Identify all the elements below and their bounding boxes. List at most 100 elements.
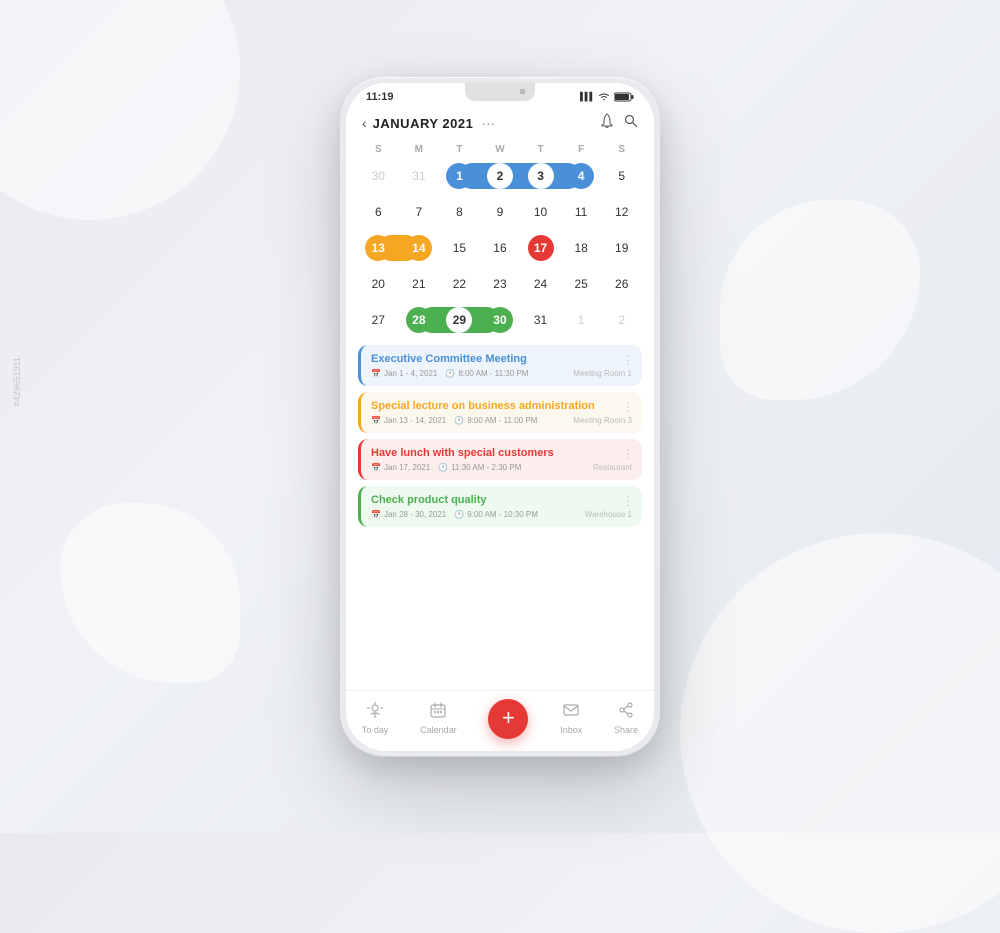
calendar-grid: S M T W T F S 30 31 <box>346 142 654 337</box>
battery-icon <box>614 92 634 102</box>
today-icon <box>367 702 383 723</box>
day-2[interactable]: 2 <box>480 159 521 193</box>
header-left: ‹ JANUARY 2021 ··· <box>362 115 495 131</box>
app-content: ‹ JANUARY 2021 ··· <box>346 107 654 690</box>
day-19[interactable]: 19 <box>601 231 642 265</box>
day-27[interactable]: 27 <box>358 303 399 337</box>
nav-inbox-label: Inbox <box>560 725 582 735</box>
event-card-lecture[interactable]: ⋮ Special lecture on business administra… <box>358 392 642 433</box>
calendar-header: ‹ JANUARY 2021 ··· <box>346 107 654 142</box>
day-18[interactable]: 18 <box>561 231 602 265</box>
day-2-next[interactable]: 2 <box>601 303 642 337</box>
day-29[interactable]: 29 <box>439 303 480 337</box>
nav-calendar[interactable]: Calendar <box>420 702 457 735</box>
event-date-3: 📅 Jan 17, 2021 <box>371 463 430 472</box>
header-menu-icon[interactable]: ··· <box>481 115 495 131</box>
event-location-2: Meeting Room 3 <box>573 416 632 425</box>
day-5[interactable]: 5 <box>601 159 642 193</box>
status-bar: 11:19 ▌▌▌ <box>346 83 654 107</box>
event-title-2: Special lecture on business administrati… <box>371 400 632 412</box>
share-icon <box>618 702 634 723</box>
nav-share[interactable]: Share <box>614 702 638 735</box>
day-14[interactable]: 14 <box>399 231 440 265</box>
event-time-3: 🕐 11:30 AM - 2:30 PM <box>438 463 521 472</box>
wifi-icon <box>598 92 610 101</box>
day-3[interactable]: 3 <box>520 159 561 193</box>
day-23[interactable]: 23 <box>480 267 521 301</box>
day-11[interactable]: 11 <box>561 195 602 229</box>
nav-inbox[interactable]: Inbox <box>560 702 582 735</box>
event-card-executive-meeting[interactable]: ⋮ Executive Committee Meeting 📅 Jan 1 - … <box>358 345 642 386</box>
day-7[interactable]: 7 <box>399 195 440 229</box>
event-details-4: 📅 Jan 28 - 30, 2021 🕐 9:00 AM - 10:30 PM… <box>371 510 632 519</box>
calendar-icon-2: 📅 <box>371 416 381 425</box>
nav-today-label: To day <box>362 725 389 735</box>
signal-bars: ▌▌▌ <box>580 92 594 101</box>
nav-today[interactable]: To day <box>362 702 389 735</box>
day-28[interactable]: 28 <box>399 303 440 337</box>
notch <box>465 83 535 101</box>
day-16[interactable]: 16 <box>480 231 521 265</box>
day-20[interactable]: 20 <box>358 267 399 301</box>
day-header-thu: T <box>520 142 561 157</box>
nav-calendar-label: Calendar <box>420 725 457 735</box>
day-31-prev[interactable]: 31 <box>399 159 440 193</box>
day-25[interactable]: 25 <box>561 267 602 301</box>
day-1-next[interactable]: 1 <box>561 303 602 337</box>
day-8[interactable]: 8 <box>439 195 480 229</box>
event-location-1: Meeting Room 1 <box>573 369 632 378</box>
bg-decoration-4 <box>60 503 240 683</box>
day-6[interactable]: 6 <box>358 195 399 229</box>
calendar-icon-3: 📅 <box>371 463 381 472</box>
event-menu-icon-3[interactable]: ⋮ <box>622 447 634 461</box>
watermark: #429651911 <box>12 357 22 406</box>
status-icons: ▌▌▌ <box>580 92 634 102</box>
back-button[interactable]: ‹ <box>362 115 367 131</box>
calendar-row-5: 27 28 29 30 31 <box>358 303 642 337</box>
day-headers: S M T W T F S <box>358 142 642 157</box>
event-menu-icon-2[interactable]: ⋮ <box>622 400 634 414</box>
bg-decoration-2 <box>680 533 1000 933</box>
nav-share-label: Share <box>614 725 638 735</box>
event-card-quality[interactable]: ⋮ Check product quality 📅 Jan 28 - 30, 2… <box>358 486 642 527</box>
day-22[interactable]: 22 <box>439 267 480 301</box>
day-10[interactable]: 10 <box>520 195 561 229</box>
search-icon[interactable] <box>624 114 638 133</box>
day-12[interactable]: 12 <box>601 195 642 229</box>
day-24[interactable]: 24 <box>520 267 561 301</box>
event-location-3: Restaurant <box>593 463 632 472</box>
event-details-1: 📅 Jan 1 - 4, 2021 🕐 8:00 AM - 11:30 PM M… <box>371 369 632 378</box>
event-title-1: Executive Committee Meeting <box>371 353 632 365</box>
phone-frame: 11:19 ▌▌▌ <box>340 77 660 757</box>
day-17[interactable]: 17 <box>520 231 561 265</box>
inbox-icon <box>563 702 579 723</box>
day-header-fri: F <box>561 142 602 157</box>
day-9[interactable]: 9 <box>480 195 521 229</box>
event-menu-icon-4[interactable]: ⋮ <box>622 494 634 508</box>
day-header-sun: S <box>358 142 399 157</box>
day-1[interactable]: 1 <box>439 159 480 193</box>
day-30[interactable]: 30 <box>480 303 521 337</box>
day-26[interactable]: 26 <box>601 267 642 301</box>
day-15[interactable]: 15 <box>439 231 480 265</box>
day-21[interactable]: 21 <box>399 267 440 301</box>
day-header-wed: W <box>480 142 521 157</box>
event-time-1: 🕐 8:00 AM - 11:30 PM <box>445 369 528 378</box>
notification-icon[interactable] <box>600 113 614 134</box>
event-menu-icon-1[interactable]: ⋮ <box>622 353 634 367</box>
header-right <box>600 113 638 134</box>
event-time-2: 🕐 9:00 AM - 11:00 PM <box>454 416 537 425</box>
day-4[interactable]: 4 <box>561 159 602 193</box>
calendar-row-2: 6 7 8 9 10 11 12 <box>358 195 642 229</box>
day-31[interactable]: 31 <box>520 303 561 337</box>
event-location-4: Warehouse 1 <box>585 510 632 519</box>
event-card-lunch[interactable]: ⋮ Have lunch with special customers 📅 Ja… <box>358 439 642 480</box>
clock-icon-4: 🕐 <box>454 510 464 519</box>
day-13[interactable]: 13 <box>358 231 399 265</box>
phone-screen: 11:19 ▌▌▌ <box>346 83 654 751</box>
calendar-row-1: 30 31 1 2 <box>358 159 642 193</box>
calendar-row-3: 13 14 15 16 17 18 19 <box>358 231 642 265</box>
day-30-prev[interactable]: 30 <box>358 159 399 193</box>
event-title-4: Check product quality <box>371 494 632 506</box>
nav-add-button[interactable]: + <box>488 699 528 739</box>
